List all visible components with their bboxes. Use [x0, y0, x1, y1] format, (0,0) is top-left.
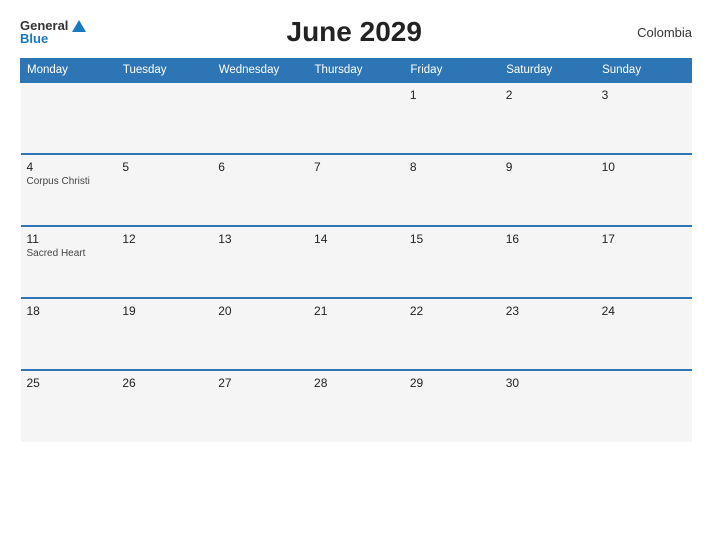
day-number: 28	[314, 376, 398, 390]
table-row: 4 Corpus Christi	[21, 154, 117, 226]
day-number: 15	[410, 232, 494, 246]
table-row: 24	[596, 298, 692, 370]
col-sunday: Sunday	[596, 59, 692, 83]
calendar-table: Monday Tuesday Wednesday Thursday Friday…	[20, 58, 692, 442]
day-number: 2	[506, 88, 590, 102]
day-number: 21	[314, 304, 398, 318]
table-row: 27	[212, 370, 308, 442]
day-number: 29	[410, 376, 494, 390]
event-label: Corpus Christi	[27, 176, 111, 187]
table-row: 30	[500, 370, 596, 442]
table-row: 17	[596, 226, 692, 298]
table-row: 23	[500, 298, 596, 370]
table-row: 6	[212, 154, 308, 226]
table-row	[212, 82, 308, 154]
day-number: 1	[410, 88, 494, 102]
table-row: 10	[596, 154, 692, 226]
day-number: 30	[506, 376, 590, 390]
day-number: 14	[314, 232, 398, 246]
page: General Blue June 2029 Colombia Monday T…	[0, 0, 712, 550]
table-row: 8	[404, 154, 500, 226]
day-number: 23	[506, 304, 590, 318]
day-number: 13	[218, 232, 302, 246]
table-row	[21, 82, 117, 154]
calendar-week-row: 11 Sacred Heart 12 13 14 15 16 17	[21, 226, 692, 298]
day-number: 24	[602, 304, 686, 318]
day-number: 22	[410, 304, 494, 318]
table-row: 26	[116, 370, 212, 442]
table-row: 13	[212, 226, 308, 298]
table-row: 15	[404, 226, 500, 298]
day-number: 19	[122, 304, 206, 318]
table-row: 7	[308, 154, 404, 226]
header: General Blue June 2029 Colombia	[20, 16, 692, 48]
table-row: 3	[596, 82, 692, 154]
day-number: 18	[27, 304, 111, 318]
day-number: 7	[314, 160, 398, 174]
day-number: 20	[218, 304, 302, 318]
calendar-header-row: Monday Tuesday Wednesday Thursday Friday…	[21, 59, 692, 83]
table-row: 11 Sacred Heart	[21, 226, 117, 298]
calendar-week-row: 4 Corpus Christi 56789 10	[21, 154, 692, 226]
col-saturday: Saturday	[500, 59, 596, 83]
col-tuesday: Tuesday	[116, 59, 212, 83]
day-number: 5	[122, 160, 206, 174]
table-row: 29	[404, 370, 500, 442]
table-row: 28	[308, 370, 404, 442]
day-number: 26	[122, 376, 206, 390]
table-row: 14	[308, 226, 404, 298]
table-row: 20	[212, 298, 308, 370]
table-row: 25	[21, 370, 117, 442]
table-row: 21	[308, 298, 404, 370]
col-friday: Friday	[404, 59, 500, 83]
table-row: 18	[21, 298, 117, 370]
day-number: 16	[506, 232, 590, 246]
table-row: 9	[500, 154, 596, 226]
calendar-week-row: 18 19 20 21 22 23 24	[21, 298, 692, 370]
country-label: Colombia	[622, 25, 692, 40]
table-row: 16	[500, 226, 596, 298]
table-row	[596, 370, 692, 442]
day-number: 11	[27, 232, 111, 246]
table-row: 19	[116, 298, 212, 370]
logo-blue-text: Blue	[20, 32, 86, 45]
day-number: 27	[218, 376, 302, 390]
logo-triangle-icon	[72, 20, 86, 32]
day-number: 25	[27, 376, 111, 390]
table-row	[308, 82, 404, 154]
calendar-title: June 2029	[86, 16, 622, 48]
day-number: 6	[218, 160, 302, 174]
table-row: 5	[116, 154, 212, 226]
day-number: 12	[122, 232, 206, 246]
col-thursday: Thursday	[308, 59, 404, 83]
calendar-week-row: 123	[21, 82, 692, 154]
table-row: 2	[500, 82, 596, 154]
day-number: 17	[602, 232, 686, 246]
table-row: 12	[116, 226, 212, 298]
event-label: Sacred Heart	[27, 248, 111, 259]
day-number: 8	[410, 160, 494, 174]
day-number: 10	[602, 160, 686, 174]
calendar-week-row: 25 26 27 28 29 30	[21, 370, 692, 442]
col-wednesday: Wednesday	[212, 59, 308, 83]
col-monday: Monday	[21, 59, 117, 83]
day-number: 4	[27, 160, 111, 174]
day-number: 9	[506, 160, 590, 174]
day-number: 3	[602, 88, 686, 102]
table-row: 1	[404, 82, 500, 154]
logo: General Blue	[20, 19, 86, 45]
table-row: 22	[404, 298, 500, 370]
table-row	[116, 82, 212, 154]
